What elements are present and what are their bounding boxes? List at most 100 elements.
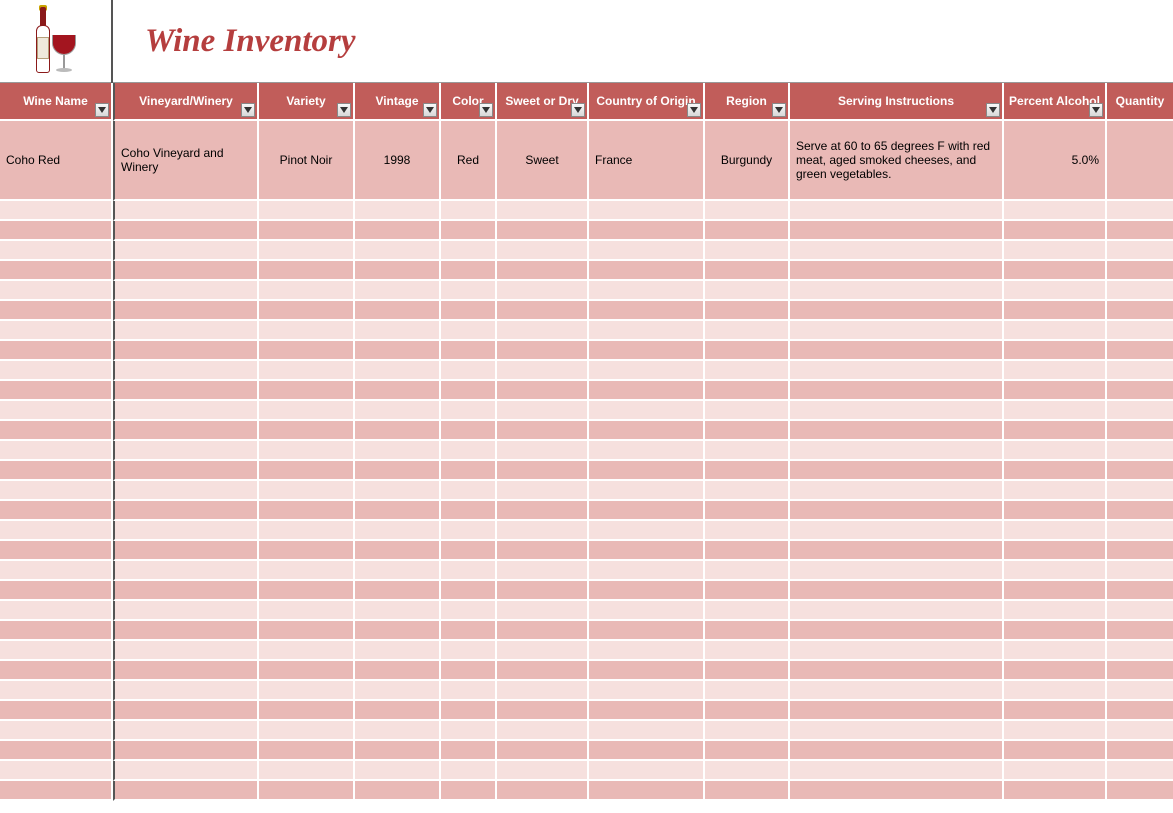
cell-quantity[interactable] bbox=[1107, 521, 1173, 541]
cell-variety[interactable] bbox=[259, 721, 355, 741]
cell-serving[interactable] bbox=[790, 541, 1004, 561]
cell-vineyard[interactable] bbox=[113, 621, 259, 641]
filter-dropdown-icon[interactable] bbox=[337, 103, 351, 117]
cell-alcohol[interactable] bbox=[1004, 641, 1107, 661]
cell-serving[interactable] bbox=[790, 481, 1004, 501]
cell-wine_name[interactable] bbox=[0, 661, 113, 681]
table-row[interactable] bbox=[0, 741, 1173, 761]
cell-serving[interactable] bbox=[790, 621, 1004, 641]
cell-variety[interactable] bbox=[259, 561, 355, 581]
cell-vineyard[interactable] bbox=[113, 581, 259, 601]
column-header-color[interactable]: Color bbox=[441, 83, 497, 121]
cell-vintage[interactable] bbox=[355, 301, 441, 321]
cell-sweet_dry[interactable] bbox=[497, 521, 589, 541]
cell-sweet_dry[interactable] bbox=[497, 201, 589, 221]
cell-sweet_dry[interactable] bbox=[497, 341, 589, 361]
cell-vineyard[interactable] bbox=[113, 661, 259, 681]
cell-quantity[interactable] bbox=[1107, 461, 1173, 481]
cell-quantity[interactable] bbox=[1107, 621, 1173, 641]
cell-vintage[interactable] bbox=[355, 341, 441, 361]
cell-region[interactable] bbox=[705, 201, 790, 221]
cell-alcohol[interactable] bbox=[1004, 441, 1107, 461]
cell-wine_name[interactable] bbox=[0, 261, 113, 281]
cell-vintage[interactable] bbox=[355, 361, 441, 381]
cell-alcohol[interactable] bbox=[1004, 461, 1107, 481]
cell-vintage[interactable] bbox=[355, 381, 441, 401]
cell-alcohol[interactable] bbox=[1004, 421, 1107, 441]
cell-color[interactable] bbox=[441, 621, 497, 641]
cell-vintage[interactable] bbox=[355, 781, 441, 801]
cell-country[interactable] bbox=[589, 381, 705, 401]
cell-region[interactable] bbox=[705, 561, 790, 581]
cell-serving[interactable]: Serve at 60 to 65 degrees F with red mea… bbox=[790, 121, 1004, 201]
cell-sweet_dry[interactable] bbox=[497, 661, 589, 681]
cell-sweet_dry[interactable] bbox=[497, 541, 589, 561]
cell-vintage[interactable] bbox=[355, 601, 441, 621]
cell-country[interactable] bbox=[589, 261, 705, 281]
table-row[interactable] bbox=[0, 501, 1173, 521]
cell-serving[interactable] bbox=[790, 241, 1004, 261]
cell-vineyard[interactable] bbox=[113, 461, 259, 481]
cell-region[interactable] bbox=[705, 661, 790, 681]
cell-region[interactable] bbox=[705, 741, 790, 761]
cell-variety[interactable] bbox=[259, 521, 355, 541]
cell-serving[interactable] bbox=[790, 761, 1004, 781]
cell-serving[interactable] bbox=[790, 361, 1004, 381]
cell-quantity[interactable] bbox=[1107, 561, 1173, 581]
cell-variety[interactable] bbox=[259, 381, 355, 401]
cell-country[interactable] bbox=[589, 601, 705, 621]
table-row[interactable] bbox=[0, 661, 1173, 681]
cell-alcohol[interactable] bbox=[1004, 781, 1107, 801]
cell-sweet_dry[interactable] bbox=[497, 601, 589, 621]
cell-quantity[interactable] bbox=[1107, 701, 1173, 721]
cell-vineyard[interactable] bbox=[113, 561, 259, 581]
cell-vineyard[interactable] bbox=[113, 501, 259, 521]
filter-dropdown-icon[interactable] bbox=[479, 103, 493, 117]
cell-vineyard[interactable] bbox=[113, 721, 259, 741]
cell-country[interactable] bbox=[589, 281, 705, 301]
column-header-country[interactable]: Country of Origin bbox=[589, 83, 705, 121]
cell-quantity[interactable] bbox=[1107, 541, 1173, 561]
cell-serving[interactable] bbox=[790, 461, 1004, 481]
cell-alcohol[interactable] bbox=[1004, 601, 1107, 621]
cell-variety[interactable] bbox=[259, 261, 355, 281]
cell-vineyard[interactable] bbox=[113, 761, 259, 781]
cell-vintage[interactable] bbox=[355, 241, 441, 261]
cell-country[interactable] bbox=[589, 701, 705, 721]
cell-wine_name[interactable] bbox=[0, 621, 113, 641]
cell-sweet_dry[interactable] bbox=[497, 421, 589, 441]
cell-color[interactable] bbox=[441, 441, 497, 461]
cell-alcohol[interactable] bbox=[1004, 521, 1107, 541]
cell-color[interactable] bbox=[441, 701, 497, 721]
cell-region[interactable] bbox=[705, 721, 790, 741]
cell-vintage[interactable] bbox=[355, 461, 441, 481]
cell-vineyard[interactable] bbox=[113, 781, 259, 801]
cell-variety[interactable] bbox=[259, 321, 355, 341]
filter-dropdown-icon[interactable] bbox=[423, 103, 437, 117]
table-row[interactable] bbox=[0, 241, 1173, 261]
cell-region[interactable] bbox=[705, 341, 790, 361]
cell-country[interactable] bbox=[589, 641, 705, 661]
cell-vintage[interactable] bbox=[355, 761, 441, 781]
cell-quantity[interactable] bbox=[1107, 281, 1173, 301]
cell-region[interactable] bbox=[705, 401, 790, 421]
cell-alcohol[interactable] bbox=[1004, 201, 1107, 221]
cell-vineyard[interactable] bbox=[113, 441, 259, 461]
cell-country[interactable] bbox=[589, 341, 705, 361]
cell-vintage[interactable] bbox=[355, 221, 441, 241]
cell-color[interactable] bbox=[441, 321, 497, 341]
table-row[interactable] bbox=[0, 261, 1173, 281]
cell-region[interactable] bbox=[705, 421, 790, 441]
cell-color[interactable] bbox=[441, 401, 497, 421]
cell-country[interactable] bbox=[589, 201, 705, 221]
filter-dropdown-icon[interactable] bbox=[241, 103, 255, 117]
cell-sweet_dry[interactable] bbox=[497, 241, 589, 261]
column-header-vintage[interactable]: Vintage bbox=[355, 83, 441, 121]
filter-dropdown-icon[interactable] bbox=[687, 103, 701, 117]
cell-wine_name[interactable] bbox=[0, 561, 113, 581]
cell-alcohol[interactable] bbox=[1004, 681, 1107, 701]
cell-serving[interactable] bbox=[790, 341, 1004, 361]
cell-color[interactable] bbox=[441, 421, 497, 441]
cell-vintage[interactable] bbox=[355, 261, 441, 281]
cell-vineyard[interactable] bbox=[113, 521, 259, 541]
